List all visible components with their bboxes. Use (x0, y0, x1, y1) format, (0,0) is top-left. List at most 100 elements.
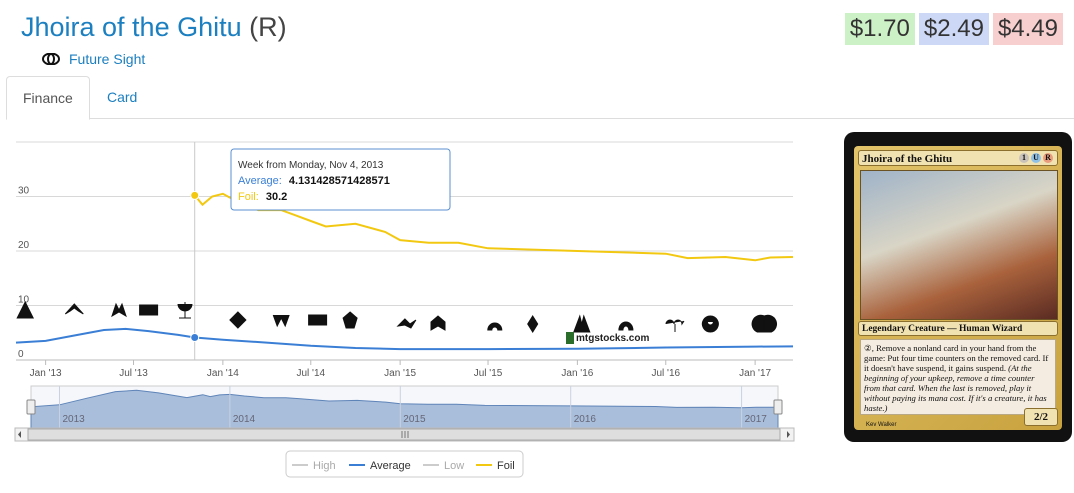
navigator-scrollbar-thumb[interactable] (27, 428, 781, 441)
tooltip-average-label: Average: (238, 175, 282, 187)
set-icon-17[interactable] (701, 315, 719, 333)
card-power-toughness: 2/2 (1024, 408, 1058, 426)
range-navigator[interactable]: 2013 2014 2015 2016 2017 (14, 385, 795, 442)
hover-point-average (190, 332, 200, 342)
card-rarity: (R) (249, 12, 287, 42)
card-image[interactable]: Jhoira of the Ghitu 1 U R Legendary Crea… (844, 132, 1072, 442)
card-type-line: Legendary Creature — Human Wizard (858, 321, 1058, 336)
x-tick-label: Jan '17 (739, 368, 771, 379)
legend-label: Low (444, 460, 464, 472)
navigator-left-handle[interactable] (26, 399, 36, 415)
set-icon-7[interactable] (272, 314, 290, 328)
legend-label: Average (370, 460, 411, 472)
chart-tooltip: Week from Monday, Nov 4, 2013 Average: 4… (230, 148, 451, 211)
set-icon-5-shape (177, 302, 193, 319)
navigator-year-label: 2016 (574, 414, 597, 425)
set-icon-11[interactable] (430, 315, 446, 331)
set-icon-15-shape (618, 321, 634, 331)
m14-set-icon[interactable] (139, 304, 159, 316)
set-icon-14[interactable] (573, 314, 591, 333)
price-low: $1.70 (844, 13, 915, 45)
x-tick-label: Jan '14 (207, 368, 239, 379)
set-icon-16[interactable] (665, 319, 685, 332)
tab-finance[interactable]: Finance (6, 76, 90, 120)
chart-series (15, 192, 794, 351)
x-tick-label: Jul '16 (651, 368, 680, 379)
set-link[interactable]: Future Sight (69, 51, 145, 67)
navigator-right-handle[interactable] (773, 399, 783, 415)
set-release-icons (16, 300, 777, 333)
price-group: $1.70 $2.49 $4.49 (844, 13, 1063, 45)
set-icon-18[interactable] (751, 314, 777, 333)
x-tick-label: Jul '13 (119, 368, 148, 379)
watermark-text: mtgstocks.com (576, 333, 649, 344)
set-icon-5[interactable] (177, 302, 193, 319)
tab-card[interactable]: Card (91, 76, 153, 117)
set-row: Future Sight (42, 50, 145, 68)
set-icon-7-shape (272, 314, 290, 328)
x-tick-label: Jul '14 (296, 368, 325, 379)
m15-set-icon-shape (308, 314, 328, 326)
set-icon-17-shape (701, 315, 719, 333)
card-frame: Jhoira of the Ghitu 1 U R Legendary Crea… (854, 146, 1062, 430)
card-image-name: Jhoira of the Ghitu 1 U R (858, 150, 1058, 166)
set-icon-13[interactable] (527, 315, 539, 333)
x-axis-ticks: Jan '13 Jul '13 Jan '14 Jul '14 Jan '15 Jul '… (16, 359, 793, 379)
series-line-average (15, 327, 794, 351)
y-tick-label: 20 (18, 240, 30, 251)
m15-set-icon[interactable] (308, 314, 328, 326)
x-tick-label: Jan '15 (384, 368, 416, 379)
set-icon-9[interactable] (342, 311, 358, 329)
price-foil: $4.49 (992, 13, 1063, 45)
set-icon-16-shape (665, 319, 685, 332)
x-tick-label: Jan '16 (561, 368, 593, 379)
legend-label: High (313, 460, 336, 472)
price-chart-svg[interactable]: 0102030 Jan '13 Jul '13 Jan '14 Jul '14 Jan … (0, 128, 820, 488)
set-icon-6[interactable] (229, 311, 247, 329)
set-icon-9-shape (342, 311, 358, 329)
y-tick-label: 0 (18, 349, 24, 360)
card-text-box: ②, Remove a nonland card in your hand fr… (860, 339, 1056, 415)
chart-legend[interactable]: High Average Low Foil (285, 450, 524, 478)
tooltip-row-average: Average: 4.131428571428571 (238, 175, 390, 187)
navigator-year-label: 2015 (403, 414, 426, 425)
mana-cost: 1 U R (1019, 153, 1053, 163)
future-sight-set-icon (42, 53, 60, 65)
tooltip-foil-value: 30.2 (266, 191, 287, 203)
y-axis-ticks: 0102030 (18, 186, 30, 361)
tooltip-average-value: 4.131428571428571 (289, 175, 390, 187)
mana-blue-icon: U (1031, 153, 1041, 163)
set-icon-6-shape (229, 311, 247, 329)
set-icon-10[interactable] (396, 318, 417, 329)
tooltip-foil-label: Foil: (238, 191, 259, 203)
price-chart[interactable]: 0 10 20 30 Jan '13 Jul '13 Jan '14 Jul '14 Jan … (0, 128, 820, 488)
card-image-name-text: Jhoira of the Ghitu (862, 153, 953, 165)
set-icon-15[interactable] (618, 321, 634, 331)
set-icon-18-shape (751, 314, 777, 333)
set-icon-14-shape (573, 314, 591, 333)
legend-label: Foil (497, 460, 515, 472)
y-tick-label: 30 (18, 186, 30, 197)
watermark: mtgstocks.com (566, 332, 649, 344)
navigator-year-label: 2013 (62, 414, 85, 425)
x-tick-label: Jul '15 (474, 368, 503, 379)
set-icon-11-shape (430, 315, 446, 331)
mana-red-icon: R (1043, 153, 1053, 163)
tooltip-title: Week from Monday, Nov 4, 2013 (238, 160, 384, 171)
set-icon-13-shape (527, 315, 539, 333)
set-icon-10-shape (396, 318, 417, 329)
price-average: $2.49 (918, 13, 989, 45)
card-title: Jhoira of the Ghitu (R) (21, 12, 287, 43)
tab-bar: Finance Card (6, 76, 1074, 120)
set-icon-12-shape (487, 322, 503, 331)
mana-generic-icon: 1 (1019, 153, 1029, 163)
watermark-logo-icon (566, 332, 574, 344)
card-artist: Kev Walker (866, 422, 897, 428)
set-icon-12[interactable] (487, 322, 503, 331)
navigator-year-label: 2014 (233, 414, 256, 425)
navigator-year-label: 2017 (745, 414, 768, 425)
x-tick-label: Jan '13 (30, 368, 62, 379)
m14-set-icon-shape (139, 304, 159, 316)
card-name[interactable]: Jhoira of the Ghitu (21, 12, 242, 42)
hover-point-foil (190, 190, 200, 200)
